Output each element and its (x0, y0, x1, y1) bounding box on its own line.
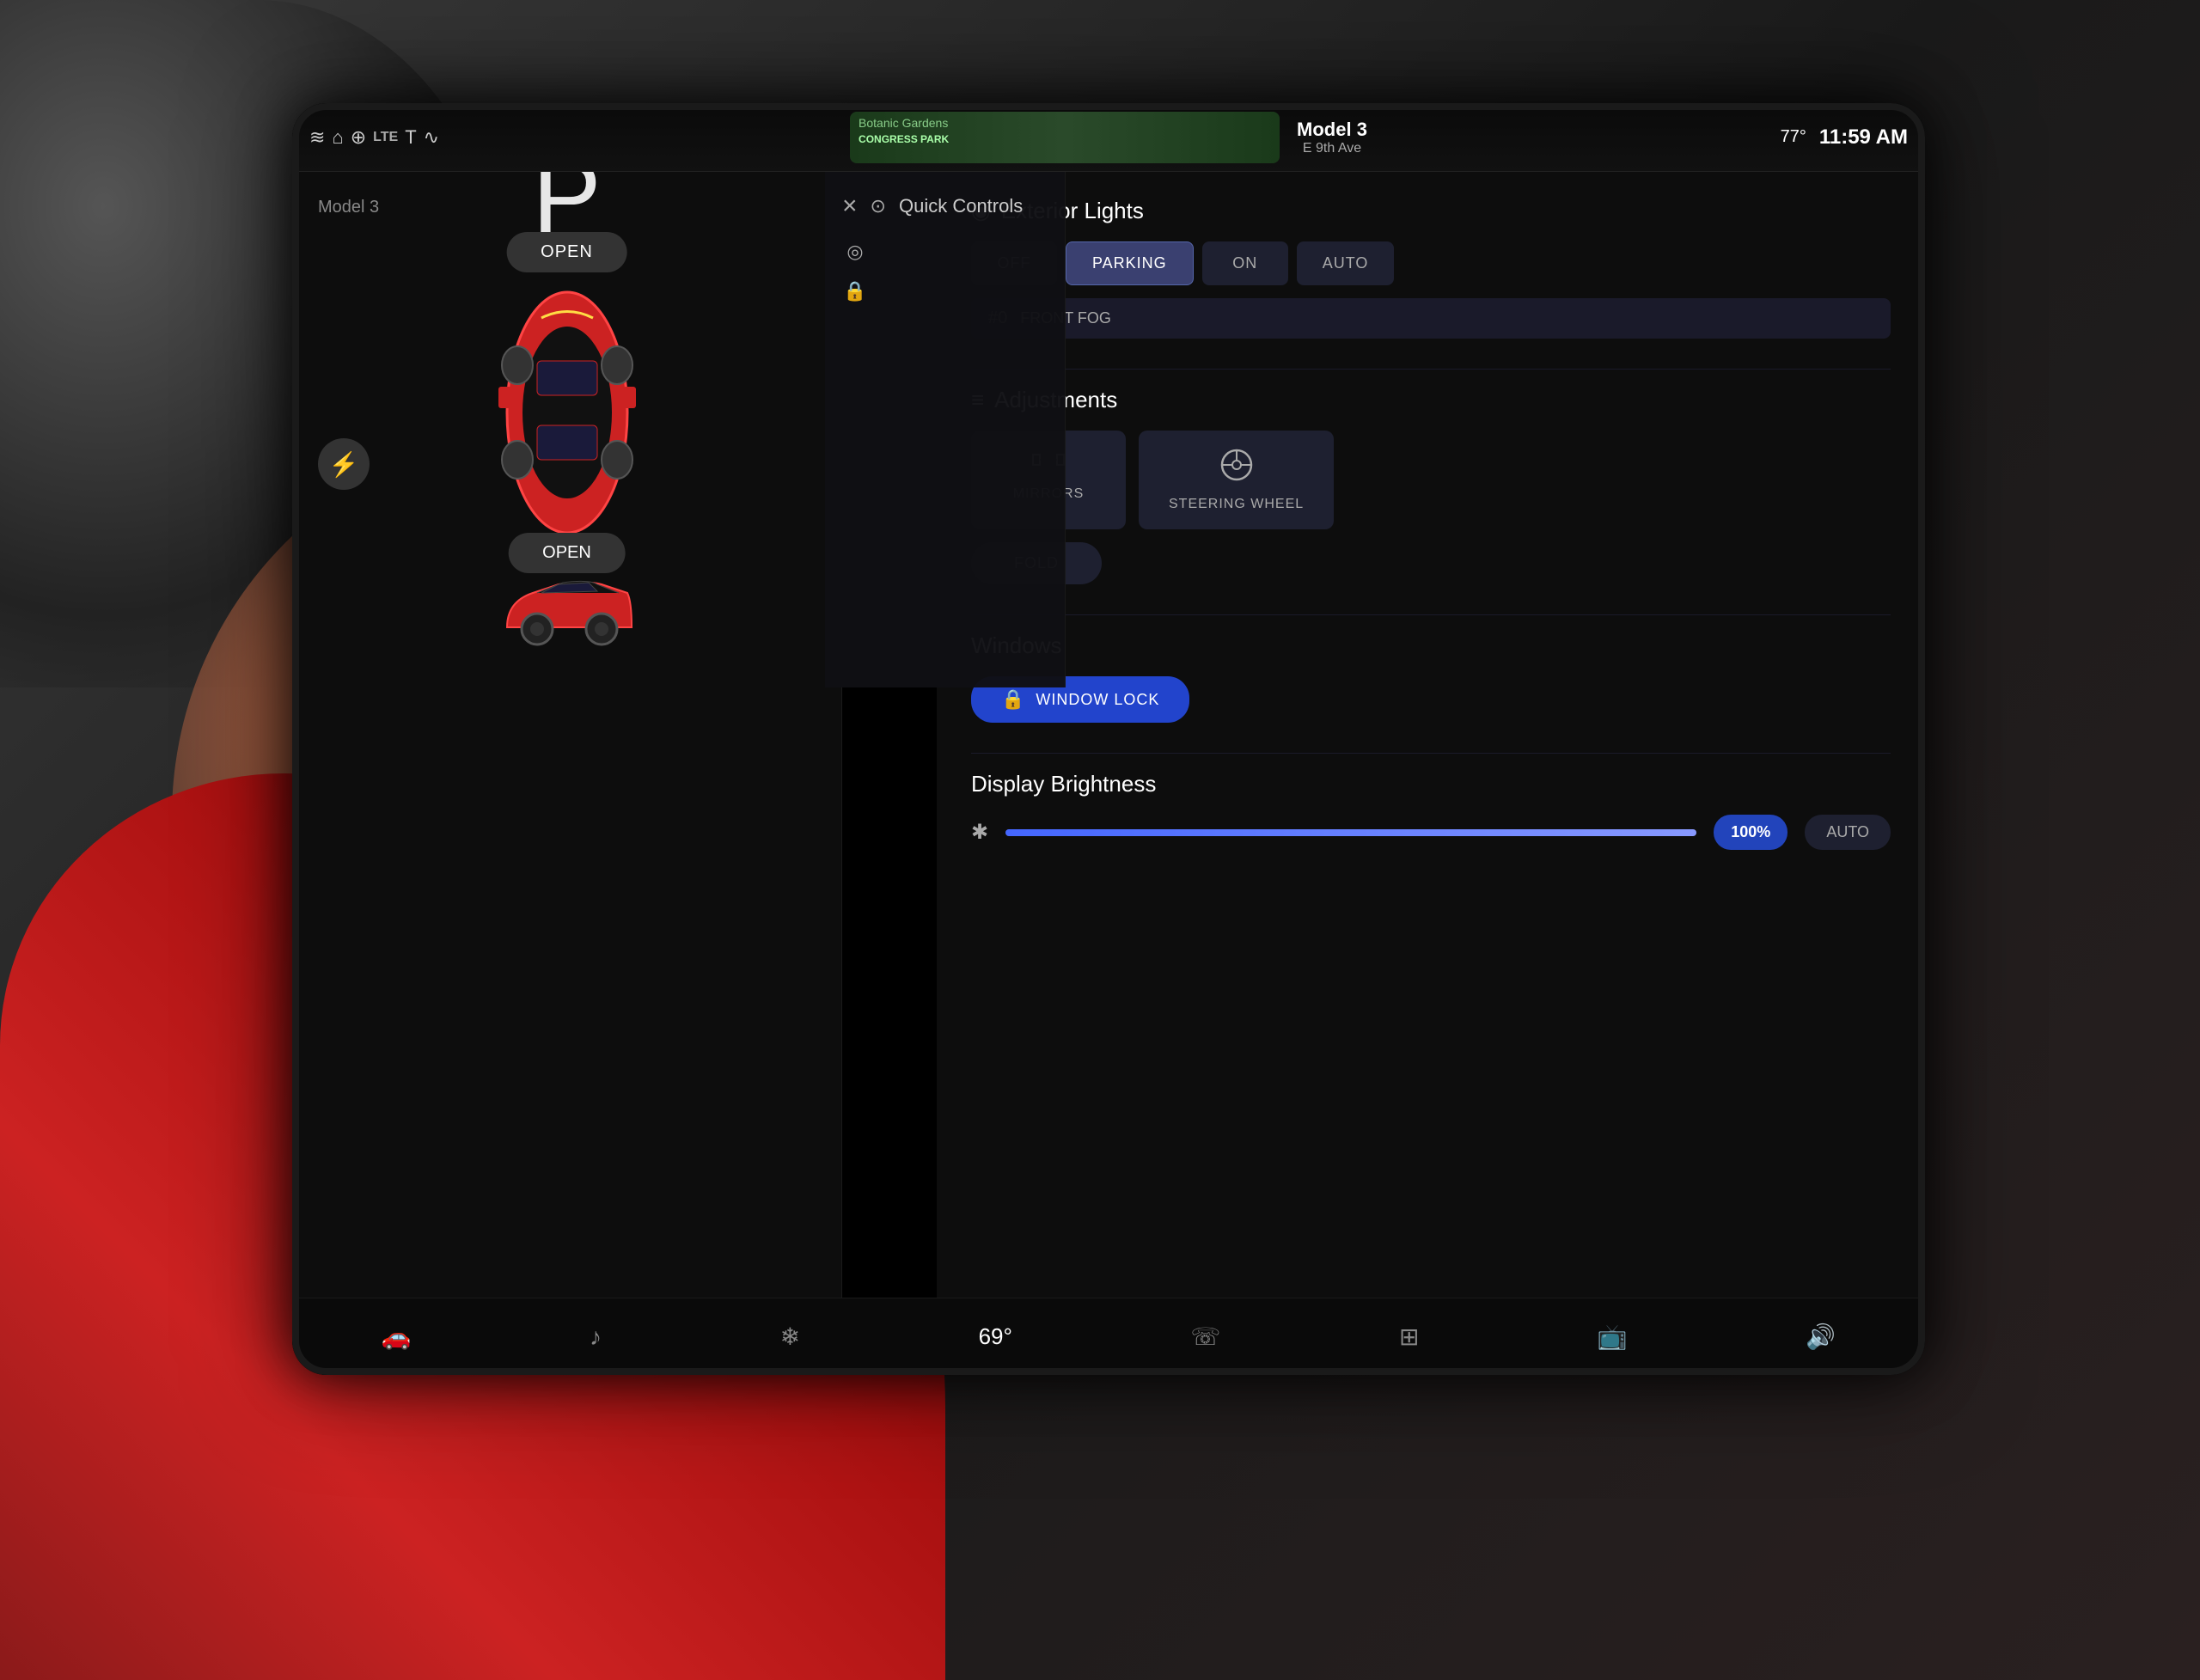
taskbar-music[interactable]: ♪ (590, 1323, 602, 1351)
map-sublocation: CONGRESS PARK (859, 133, 949, 145)
tesla-screen: ≋ ⌂ ⊕ LTE T ∿ Botanic Gardens CONGRESS P… (292, 103, 1925, 1375)
car-side-view (498, 567, 636, 670)
qc-items-list: ◎ 🔒 (825, 232, 1065, 311)
taskbar-camera[interactable]: ⊞ (1399, 1323, 1419, 1351)
lights-parking-button[interactable]: PARKING (1066, 241, 1194, 285)
exterior-lights-section: ◉ Exterior Lights OFF PARKING ON AUTO #0… (971, 198, 1891, 339)
media-taskbar-icon: 📺 (1598, 1323, 1628, 1351)
brightness-controls: ✱ 100% AUTO (971, 815, 1891, 850)
top-navigation: ≋ ⌂ ⊕ LTE T ∿ Botanic Gardens CONGRESS P… (292, 103, 1925, 172)
brightness-value: 100% (1714, 815, 1788, 850)
divider-2 (971, 614, 1891, 615)
model-name-display: Model 3 (1297, 119, 1367, 141)
nav-icons-group: ≋ ⌂ ⊕ LTE T ∿ (309, 126, 439, 149)
brightness-icon: ✱ (971, 820, 988, 845)
divider-3 (971, 753, 1891, 754)
climate-taskbar-icon: ❄ (780, 1323, 800, 1351)
lights-auto-button[interactable]: AUTO (1297, 241, 1395, 285)
fog-light-row: #0 FRONT FOG (971, 298, 1891, 339)
taskbar-car[interactable]: 🚗 (382, 1323, 412, 1351)
quick-controls-panel: × ⊙ Quick Controls ◎ 🔒 (825, 172, 1066, 687)
exterior-lights-title: ◉ Exterior Lights (971, 198, 1891, 224)
qc-header: × ⊙ Quick Controls (825, 172, 1065, 232)
open-trunk-button[interactable]: OPEN (506, 232, 627, 272)
steering-icon (1219, 448, 1254, 488)
close-button[interactable]: × (842, 193, 858, 219)
map-mini-widget[interactable]: Botanic Gardens CONGRESS PARK (850, 112, 1280, 163)
adjustments-title: ≡ Adjustments (971, 387, 1891, 413)
qc-item-2[interactable]: 🔒 (842, 280, 1048, 302)
window-lock-icon: 🔒 (1001, 688, 1025, 711)
brightness-title: Display Brightness (971, 771, 1891, 797)
clock-display: 11:59 AM (1819, 125, 1908, 150)
lte-indicator: LTE (373, 130, 398, 145)
lights-on-button[interactable]: ON (1202, 241, 1288, 285)
taskbar-phone[interactable]: ☏ (1190, 1323, 1220, 1351)
qc-item-1[interactable]: ◎ (842, 241, 1048, 263)
brightness-auto-button[interactable]: AUTO (1805, 815, 1891, 850)
car-model-label: Model 3 (318, 198, 379, 217)
steering-label: STEERING WHEEL (1169, 497, 1304, 512)
wifi-signal: ∿ (424, 126, 439, 149)
car-visualization-panel: P 265 mi Model 3 OPEN (292, 103, 842, 1375)
brightness-section: Display Brightness ✱ 100% AUTO (971, 771, 1891, 850)
car-top-view (481, 275, 653, 516)
outside-temp: 77° (1781, 127, 1806, 147)
nav-right: 77° 11:59 AM (1684, 125, 1925, 150)
model-info: Model 3 E 9th Ave (1297, 119, 1367, 156)
steering-wheel-button[interactable]: STEERING WHEEL (1139, 431, 1334, 529)
cross-street: E 9th Ave (1303, 141, 1361, 156)
nav-left: ≋ ⌂ ⊕ LTE T ∿ (292, 126, 533, 149)
taskbar-temp: 69° (979, 1323, 1012, 1350)
adjustments-section: ≡ Adjustments MIRRORS (971, 387, 1891, 584)
taskbar-media[interactable]: 📺 (1598, 1323, 1628, 1351)
charge-button[interactable]: ⚡ (318, 438, 370, 490)
window-lock-label: WINDOW LOCK (1036, 691, 1159, 709)
menu-icon: ≋ (309, 126, 325, 149)
qc-header-icon: ⊙ (871, 195, 886, 217)
music-taskbar-icon: ♪ (590, 1323, 602, 1351)
taskbar: 🚗 ♪ ❄ 69° ☏ ⊞ 📺 🔊 (292, 1298, 1925, 1375)
temp-taskbar-display: 69° (979, 1323, 1012, 1350)
camera-taskbar-icon: ⊞ (1399, 1323, 1419, 1351)
divider-1 (971, 369, 1891, 370)
car-taskbar-icon: 🚗 (382, 1323, 412, 1351)
tesla-t-icon: T (405, 126, 416, 149)
adjustment-buttons: MIRRORS STEERING WHEEL (971, 431, 1891, 529)
brightness-title-text: Display Brightness (971, 771, 1156, 797)
qc-item-icon-2: 🔒 (842, 280, 868, 302)
brightness-slider[interactable] (1005, 829, 1696, 836)
home-icon[interactable]: ⌂ (332, 126, 343, 149)
volume-taskbar-icon: 🔊 (1806, 1323, 1836, 1351)
phone-taskbar-icon: ☏ (1190, 1323, 1220, 1351)
taskbar-climate[interactable]: ❄ (780, 1323, 800, 1351)
taskbar-volume[interactable]: 🔊 (1806, 1323, 1836, 1351)
map-location: Botanic Gardens (859, 116, 948, 130)
brightness-fill (1005, 829, 1696, 836)
lights-button-row: OFF PARKING ON AUTO (971, 241, 1891, 285)
bluetooth-icon: ⊕ (351, 126, 366, 149)
windows-title: Windows (971, 632, 1891, 659)
windows-section: Windows 🔒 WINDOW LOCK (971, 632, 1891, 723)
qc-title: Quick Controls (899, 195, 1023, 217)
nav-center: Botanic Gardens CONGRESS PARK Model 3 E … (533, 112, 1684, 163)
controls-panel: ◉ Exterior Lights OFF PARKING ON AUTO #0… (937, 172, 1925, 1298)
charge-icon: ⚡ (329, 450, 359, 479)
qc-item-icon-1: ◎ (842, 241, 868, 263)
